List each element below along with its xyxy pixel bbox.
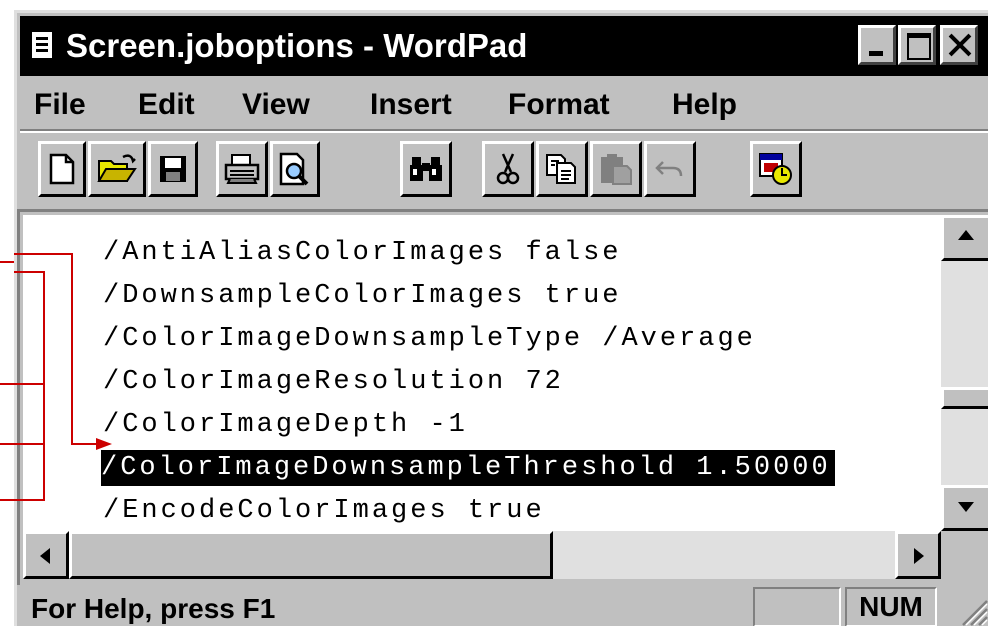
horizontal-scrollbar[interactable] xyxy=(23,531,941,579)
menu-view[interactable]: View xyxy=(242,85,310,125)
vertical-scrollbar[interactable] xyxy=(941,215,988,531)
new-document-button[interactable] xyxy=(38,141,86,197)
status-help-text: For Help, press F1 xyxy=(31,593,276,624)
menu-help[interactable]: Help xyxy=(672,85,737,125)
menu-bar: File Edit View Insert Format Help xyxy=(20,77,988,129)
horizontal-scroll-thumb[interactable] xyxy=(69,531,553,579)
save-button[interactable] xyxy=(148,141,198,197)
wordpad-window: Screen.joboptions - WordPad File Edit Vi… xyxy=(14,10,988,626)
menu-file[interactable]: File xyxy=(34,85,86,125)
minimize-button[interactable] xyxy=(858,25,896,65)
floppy-disk-icon xyxy=(160,156,186,182)
document-frame: /AntiAliasColorImages false /DownsampleC… xyxy=(17,209,988,585)
close-button[interactable] xyxy=(940,25,978,65)
menu-edit[interactable]: Edit xyxy=(138,85,195,125)
arrow-right-icon xyxy=(914,548,924,564)
print-button[interactable] xyxy=(216,141,268,197)
binoculars-icon xyxy=(410,157,442,181)
clipboard-icon xyxy=(601,154,632,185)
scroll-right-button[interactable] xyxy=(895,531,941,579)
selected-document-line[interactable]: /ColorImageDownsampleThreshold 1.50000 xyxy=(101,450,835,486)
date-time-button[interactable] xyxy=(750,141,802,197)
resize-grip-icon[interactable] xyxy=(953,591,988,626)
wordpad-document-icon[interactable] xyxy=(30,30,54,60)
menu-insert[interactable]: Insert xyxy=(370,85,452,125)
open-folder-icon xyxy=(97,154,137,182)
arrow-down-icon xyxy=(958,502,974,512)
open-button[interactable] xyxy=(88,141,146,197)
document-line[interactable]: /ColorImageDownsampleType /Average xyxy=(103,321,756,357)
undo-icon xyxy=(655,161,683,177)
maximize-button[interactable] xyxy=(898,25,936,65)
copy-icon xyxy=(546,154,576,184)
scrollbar-corner xyxy=(941,531,988,579)
status-num-panel: NUM xyxy=(845,587,937,626)
vertical-scroll-thumb[interactable] xyxy=(941,387,988,409)
paste-button[interactable] xyxy=(590,141,642,197)
title-bar[interactable]: Screen.joboptions - WordPad xyxy=(20,16,988,76)
toolbar xyxy=(20,133,988,207)
document-line[interactable]: /AntiAliasColorImages false xyxy=(103,235,621,271)
scissors-icon xyxy=(496,153,520,185)
cut-button[interactable] xyxy=(482,141,534,197)
undo-button[interactable] xyxy=(644,141,696,197)
document-line[interactable]: /ColorImageDepth -1 xyxy=(103,407,468,443)
printer-icon xyxy=(224,154,260,184)
document-line[interactable]: /EncodeColorImages true xyxy=(103,493,545,529)
document-line[interactable]: /DownsampleColorImages true xyxy=(103,278,621,314)
scroll-down-button[interactable] xyxy=(941,485,988,531)
find-button[interactable] xyxy=(400,141,452,197)
copy-button[interactable] xyxy=(536,141,588,197)
window-title: Screen.joboptions - WordPad xyxy=(66,27,528,64)
arrow-up-icon xyxy=(958,230,974,240)
print-preview-button[interactable] xyxy=(270,141,320,197)
calendar-clock-icon xyxy=(759,153,792,185)
scroll-left-button[interactable] xyxy=(23,531,69,579)
status-caps-panel xyxy=(753,587,841,626)
arrow-left-icon xyxy=(40,548,50,564)
document-editor[interactable]: /AntiAliasColorImages false /DownsampleC… xyxy=(23,215,941,531)
new-page-icon xyxy=(49,153,75,185)
status-bar: For Help, press F1 NUM xyxy=(17,585,988,626)
print-preview-icon xyxy=(279,152,309,186)
scroll-up-button[interactable] xyxy=(941,215,988,261)
menu-format[interactable]: Format xyxy=(508,85,610,125)
document-line[interactable]: /ColorImageResolution 72 xyxy=(103,364,564,400)
